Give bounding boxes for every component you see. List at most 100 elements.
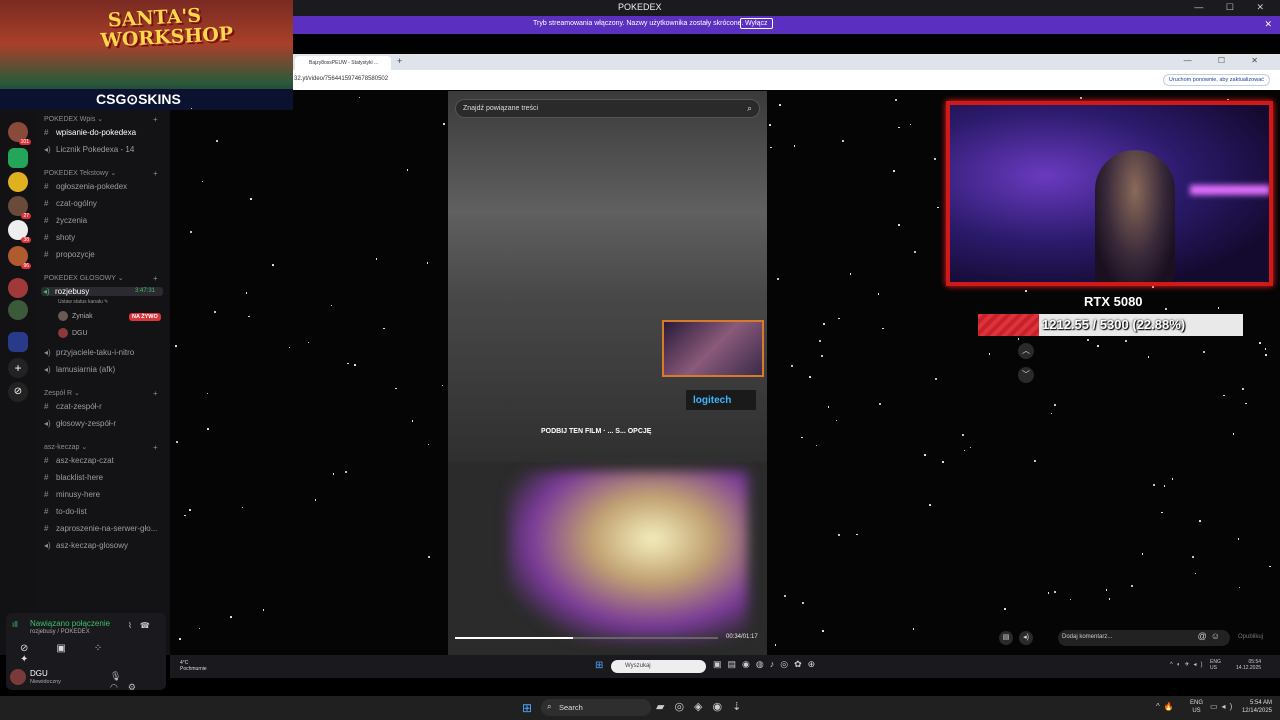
add-channel-icon[interactable]: + bbox=[153, 274, 158, 283]
inner-clock[interactable]: 05:54 14.12.2025 bbox=[1236, 659, 1261, 671]
browser-window-controls[interactable]: — ☐ ✕ bbox=[1184, 56, 1270, 65]
channel-czat-zespol-r[interactable]: # czat-zespół-r bbox=[44, 402, 102, 411]
channel-label: propozycje bbox=[56, 250, 95, 259]
server-icon[interactable] bbox=[8, 300, 28, 320]
server-icon[interactable] bbox=[8, 278, 28, 298]
add-channel-icon[interactable]: + bbox=[153, 169, 158, 178]
signal-icon[interactable]: ıll bbox=[12, 620, 18, 629]
weather-widget[interactable]: 4°C Pochmurnie bbox=[180, 660, 207, 672]
category-asz-keczap[interactable]: asz-keczap ⌄ + bbox=[44, 443, 158, 452]
scroll-up-icon[interactable]: ︿ bbox=[1018, 343, 1034, 359]
server-icon[interactable]: 38 bbox=[8, 220, 31, 243]
channel-asz-keczap-czat[interactable]: # asz-keczap-czat bbox=[44, 456, 114, 465]
scroll-down-icon[interactable]: ﹀ bbox=[1018, 367, 1034, 383]
star bbox=[1047, 592, 1050, 594]
browser-tab[interactable]: Bajzy8ossPEUW - Statystyki ... bbox=[295, 56, 391, 70]
category-pokedex-tekstowy[interactable]: POKEDEX Tekstowy ⌄ + bbox=[44, 169, 158, 178]
language-indicator[interactable]: ENG US bbox=[1210, 659, 1221, 671]
star bbox=[383, 327, 385, 330]
add-channel-icon[interactable]: + bbox=[153, 389, 158, 398]
channel-wpisanie-do-pokedexa[interactable]: # wpisanie-do-pokedexa bbox=[44, 128, 136, 137]
disable-streaming-button[interactable]: Wyłącz bbox=[740, 18, 773, 29]
channel-licznik-pokedexa[interactable]: ◂) Licznik Pokedexa - 14 bbox=[44, 145, 134, 154]
comment-input[interactable]: Dodaj komentarz... @☺ bbox=[1058, 630, 1230, 646]
publish-button[interactable]: Opublikuj bbox=[1238, 634, 1263, 640]
server-icon[interactable]: 27 bbox=[8, 196, 31, 219]
taskbar-clock[interactable]: 5:54 AM 12/14/2025 bbox=[1234, 699, 1272, 715]
server-icon[interactable]: 101 bbox=[8, 122, 31, 145]
discover-icon[interactable]: ⊘ bbox=[8, 382, 28, 402]
server-folder[interactable] bbox=[8, 332, 28, 352]
star bbox=[1237, 538, 1240, 540]
related-search-input[interactable]: Znajdź powiązane treści ⌕ bbox=[455, 99, 760, 118]
windows-start-icon[interactable]: ⊞ bbox=[522, 701, 532, 715]
channel-minusy-here[interactable]: # minusy-here bbox=[44, 490, 100, 499]
star bbox=[332, 473, 335, 475]
star bbox=[1141, 553, 1144, 555]
star bbox=[1161, 511, 1163, 514]
inner-search-box[interactable]: Wyszukaj bbox=[611, 660, 706, 673]
voice-user-dgu[interactable]: DGU bbox=[58, 328, 88, 338]
channel-blacklist-here[interactable]: # blacklist-here bbox=[44, 473, 103, 482]
new-tab-icon[interactable]: + bbox=[397, 56, 402, 66]
system-tray[interactable]: ^◐✈◂) bbox=[1170, 661, 1206, 668]
category-zespol-r[interactable]: Zespół R ⌄ + bbox=[44, 389, 158, 398]
channel-czat-ogolny[interactable]: # czat-ogólny bbox=[44, 199, 97, 208]
voice-channel-rozjebusy[interactable]: ◂) rozjebusy 3:47:31 bbox=[41, 287, 163, 296]
url-field[interactable]: 32.yt/video/7564415974678580502 bbox=[294, 76, 388, 82]
language-indicator[interactable]: ENG US bbox=[1190, 699, 1203, 715]
channel-zaproszenie[interactable]: # zaproszenie-na-serwer-gło... bbox=[44, 524, 157, 533]
channel-ogloszenia-pokedex[interactable]: # ogłoszenia-pokedex bbox=[44, 182, 127, 191]
category-pokedex-wpis[interactable]: POKEDEX Wpis ⌄ + bbox=[44, 115, 158, 124]
channel-label: lamusiarnia (afk) bbox=[56, 365, 116, 374]
star bbox=[443, 123, 445, 125]
system-tray[interactable]: ^🔥 bbox=[1156, 702, 1178, 711]
channel-glosowy-zespol-r[interactable]: ◂) głosowy-zespół-r bbox=[44, 419, 116, 428]
channel-label: ogłoszenia-pokedex bbox=[56, 182, 128, 191]
server-icon[interactable] bbox=[8, 148, 28, 168]
star bbox=[426, 262, 429, 264]
disconnect-icon[interactable]: ⌇☎ bbox=[128, 621, 158, 630]
channel-lamusiarnia[interactable]: ◂) lamusiarnia (afk) bbox=[44, 365, 115, 374]
volume-icon[interactable]: ◂) bbox=[1019, 631, 1033, 645]
add-channel-icon[interactable]: + bbox=[153, 443, 158, 452]
channel-propozycje[interactable]: # propozycje bbox=[44, 250, 95, 259]
add-server-icon[interactable]: + bbox=[8, 358, 28, 378]
voice-channel-path[interactable]: rozjebusy / POKEDEX bbox=[30, 629, 90, 635]
channel-shoty[interactable]: # shoty bbox=[44, 233, 75, 242]
mention-emoji-icons[interactable]: @☺ bbox=[1198, 631, 1224, 641]
server-icon[interactable]: 96 bbox=[8, 246, 31, 269]
channel-asz-keczap-glosowy[interactable]: ◂) asz-keczap-glosowy bbox=[44, 541, 128, 550]
close-notice-icon[interactable]: ✕ bbox=[1264, 19, 1272, 30]
server-icon[interactable] bbox=[8, 172, 28, 192]
pinned-apps[interactable]: ▣▤◉◍♪◎✿⊕ bbox=[713, 659, 821, 670]
category-pokedex-glosowy[interactable]: POKEDEX GŁOSOWY ⌄ + bbox=[44, 274, 158, 283]
user-controls[interactable]: 🎙︎◠⚙ bbox=[110, 671, 166, 693]
pinned-apps[interactable]: ▰◎◈◉⇣ bbox=[656, 700, 751, 713]
add-channel-icon[interactable]: + bbox=[153, 115, 158, 124]
channel-label: zaproszenie-na-serwer-gło... bbox=[56, 524, 158, 533]
star bbox=[207, 428, 209, 430]
star bbox=[822, 630, 824, 632]
taskbar-search[interactable]: ⌕ Search bbox=[541, 699, 651, 716]
avatar[interactable] bbox=[10, 669, 26, 685]
server-badge: 101 bbox=[18, 139, 31, 145]
video-progress-bar[interactable] bbox=[455, 637, 718, 639]
channel-label: asz-keczap-glosowy bbox=[56, 541, 129, 550]
network-volume-icons[interactable]: ▭◂) bbox=[1210, 702, 1236, 711]
search-icon[interactable]: ⌕ bbox=[747, 103, 752, 114]
window-controls[interactable]: — ☐ ✕ bbox=[1194, 2, 1274, 13]
channel-label: wpisanie-do-pokedexa bbox=[56, 128, 137, 137]
speaker-icon: ◂) bbox=[44, 348, 51, 357]
channel-przyjaciele[interactable]: ◂) przyjaciele-taku-i-nitro bbox=[44, 348, 134, 357]
voice-user-zyniak[interactable]: Zyniak bbox=[58, 311, 93, 321]
windows-start-icon[interactable]: ⊞ bbox=[595, 660, 603, 671]
channel-list: POKEDEX Wpis ⌄ + # wpisanie-do-pokedexa ◂)… bbox=[36, 110, 170, 655]
voice-action-buttons[interactable]: ⊘▣⁘✦ bbox=[20, 643, 166, 665]
channel-to-do-list[interactable]: # to-do-list bbox=[44, 507, 87, 516]
update-browser-button[interactable]: Uruchom ponownie, aby zaktualizować bbox=[1162, 74, 1270, 86]
captions-icon[interactable]: ▤ bbox=[999, 631, 1013, 645]
hash-icon: # bbox=[44, 490, 49, 499]
set-channel-status[interactable]: Ustaw status kanału ✎ bbox=[58, 299, 108, 305]
channel-zyczenia[interactable]: # życzenia bbox=[44, 216, 87, 225]
